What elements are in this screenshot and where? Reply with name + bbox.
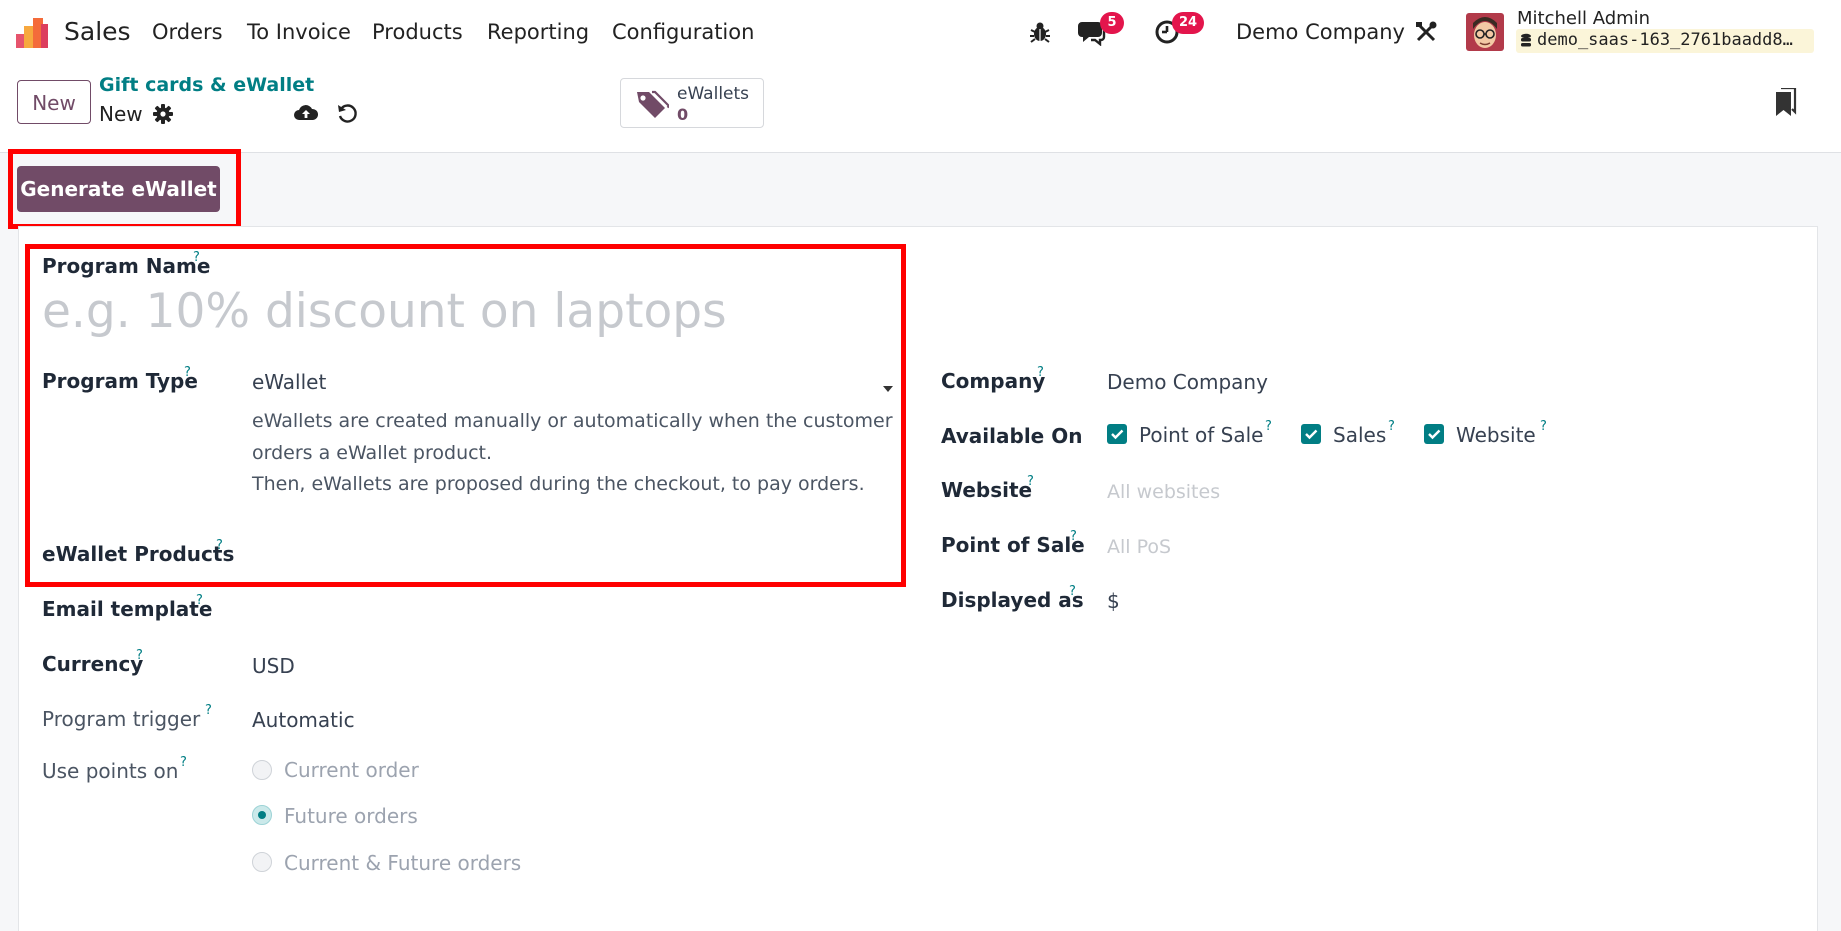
app-name[interactable]: Sales [64, 17, 131, 46]
radio-label-current-order: Current order [284, 758, 419, 782]
discard-icon[interactable] [336, 102, 358, 124]
sales-app-icon[interactable] [14, 14, 50, 50]
program-trigger-label: Program trigger [42, 707, 201, 731]
company-value[interactable]: Demo Company [1107, 370, 1268, 394]
program-trigger-help[interactable]: ? [205, 703, 212, 718]
checkbox-label-website[interactable]: Website [1456, 423, 1536, 447]
checkbox-website[interactable] [1424, 424, 1444, 444]
website-help[interactable]: ? [1027, 474, 1034, 489]
email-template-help[interactable]: ? [196, 593, 203, 608]
currency-label: Currency [42, 652, 144, 676]
currency-value[interactable]: USD [252, 654, 295, 678]
company-help[interactable]: ? [1037, 365, 1044, 380]
generate-button-highlight [8, 149, 241, 229]
bookmark-icon[interactable] [1775, 86, 1797, 116]
new-button[interactable]: New [17, 80, 91, 124]
stat-value: 0 [677, 105, 689, 124]
company-label: Company [941, 369, 1046, 393]
use-points-label: Use points on [42, 759, 179, 783]
email-template-label: Email template [42, 597, 213, 621]
radio-current-future-orders [252, 852, 272, 872]
pos-label: Point of Sale [941, 533, 1085, 557]
radio-label-current-future-orders: Current & Future orders [284, 851, 522, 875]
menu-orders[interactable]: Orders [152, 20, 223, 44]
checkbox-sales[interactable] [1301, 424, 1321, 444]
checkbox-point-of-sale[interactable] [1107, 424, 1127, 444]
bug-icon[interactable] [1028, 20, 1052, 44]
radio-label-future-orders: Future orders [284, 804, 418, 828]
breadcrumb-current: New [99, 102, 143, 126]
use-points-help[interactable]: ? [180, 755, 187, 770]
database-name: demo_saas-163_2761baadd8… [1537, 30, 1793, 50]
save-cloud-icon[interactable] [293, 102, 319, 124]
activities-count-badge: 24 [1172, 12, 1204, 34]
menu-reporting[interactable]: Reporting [487, 20, 589, 44]
menu-to-invoice[interactable]: To Invoice [247, 20, 351, 44]
available-on-label: Available On [941, 424, 1083, 448]
stat-label: eWallets [677, 84, 750, 104]
menu-products[interactable]: Products [372, 20, 463, 44]
user-name[interactable]: Mitchell Admin [1517, 8, 1650, 29]
checkbox-label-sales[interactable]: Sales [1333, 423, 1386, 447]
pos-input[interactable]: All PoS [1107, 536, 1171, 558]
gear-icon[interactable] [153, 104, 173, 124]
point-of-sale-help[interactable]: ? [1265, 419, 1272, 434]
sales-help[interactable]: ? [1388, 419, 1395, 434]
breadcrumb-parent[interactable]: Gift cards & eWallet [99, 74, 314, 96]
database-badge: demo_saas-163_2761baadd8… [1516, 29, 1814, 53]
website-input[interactable]: All websites [1107, 481, 1220, 503]
program-trigger-value: Automatic [252, 708, 355, 732]
website-label: Website [941, 478, 1033, 502]
displayed-as-help[interactable]: ? [1069, 584, 1076, 599]
pos-help[interactable]: ? [1070, 529, 1077, 544]
avatar[interactable] [1466, 13, 1504, 51]
ewallets-stat-button[interactable]: eWallets 0 [620, 78, 764, 128]
tags-icon [635, 89, 671, 119]
radio-current-order [252, 760, 272, 780]
messages-count-badge: 5 [1100, 12, 1124, 34]
top-navbar: Sales Orders To Invoice Products Reporti… [0, 0, 1841, 64]
company-switcher[interactable]: Demo Company [1236, 20, 1405, 44]
database-icon [1520, 33, 1532, 49]
displayed-as-value[interactable]: $ [1107, 589, 1120, 613]
tools-icon[interactable] [1414, 20, 1438, 44]
radio-future-orders [252, 805, 272, 825]
program-fields-highlight [25, 244, 906, 587]
displayed-as-label: Displayed as [941, 588, 1084, 612]
control-panel: New Gift cards & eWallet New eWallets 0 [0, 64, 1841, 153]
menu-configuration[interactable]: Configuration [612, 20, 754, 44]
currency-help[interactable]: ? [136, 648, 143, 663]
website-option-help[interactable]: ? [1540, 419, 1547, 434]
checkbox-label-point-of-sale[interactable]: Point of Sale [1139, 423, 1263, 447]
